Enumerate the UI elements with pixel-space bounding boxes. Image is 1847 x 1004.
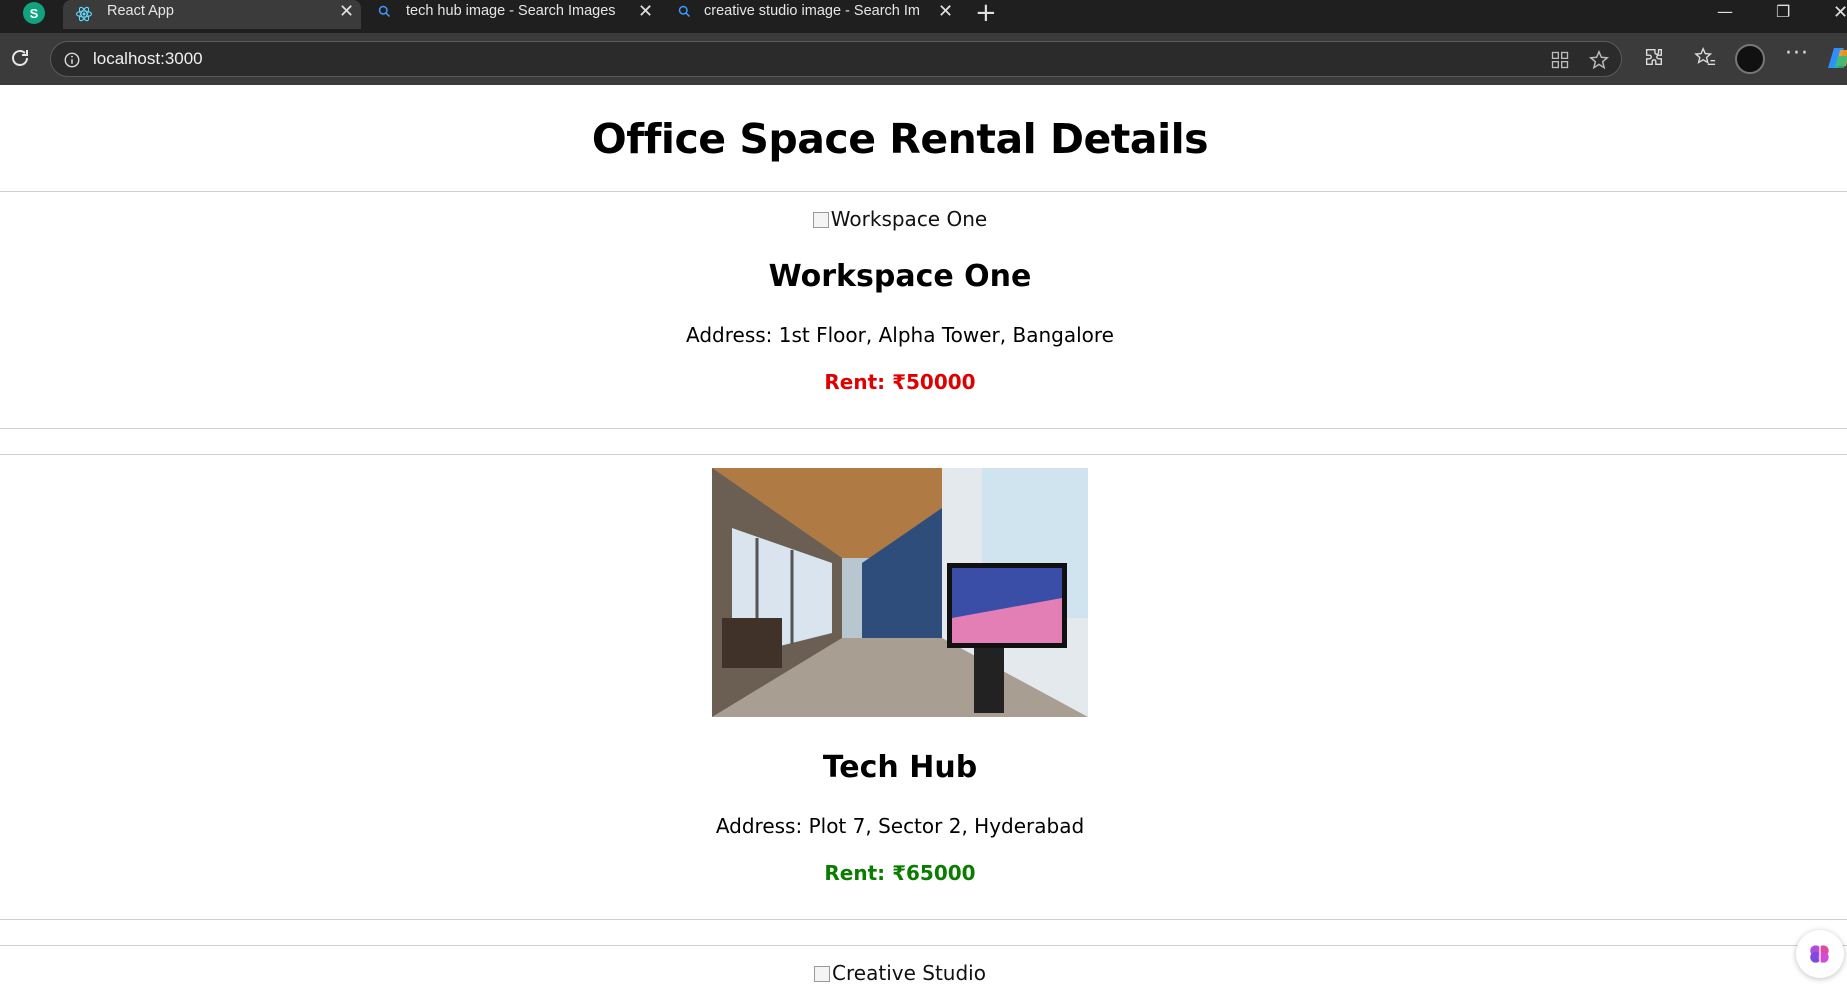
divider: [0, 454, 1847, 455]
browser-toolbar: localhost:3000 ···: [0, 33, 1847, 85]
broken-image: Creative Studio: [0, 961, 1800, 985]
restore-icon[interactable]: ❐: [1776, 2, 1790, 21]
tab-react-app[interactable]: React App ✕: [63, 0, 361, 29]
broken-image-icon: [812, 212, 829, 228]
office-rent: Rent: ₹50000: [824, 370, 976, 394]
tab-creative-studio-search[interactable]: creative studio image - Search Im ✕: [668, 0, 960, 25]
brain-icon: [1810, 945, 1829, 963]
page-content: Office Space Rental Details Workspace On…: [0, 85, 1847, 1004]
divider: [0, 919, 1847, 920]
divider: [0, 428, 1847, 429]
site-info-icon[interactable]: [63, 51, 81, 69]
avatar[interactable]: [1735, 44, 1765, 74]
reload-icon[interactable]: [8, 46, 32, 70]
close-window-icon[interactable]: ✕: [1833, 2, 1847, 23]
minimize-icon[interactable]: —: [1717, 2, 1733, 21]
new-tab-button[interactable]: +: [975, 0, 997, 28]
extensions-icon[interactable]: [1643, 46, 1665, 68]
app-available-icon[interactable]: [1550, 50, 1570, 70]
tab-title: React App: [107, 3, 174, 19]
address-bar[interactable]: localhost:3000: [50, 41, 1622, 77]
react-icon: [75, 6, 93, 22]
tab-title: tech hub image - Search Images: [406, 3, 616, 19]
close-icon[interactable]: ✕: [638, 1, 653, 22]
more-options-icon[interactable]: ···: [1785, 41, 1809, 66]
office-address: Address: Plot 7, Sector 2, Hyderabad: [715, 814, 1085, 838]
office-name: Workspace One: [768, 259, 1032, 294]
url-text[interactable]: localhost:3000: [93, 49, 203, 69]
tab-title: creative studio image - Search Im: [704, 3, 920, 19]
favorites-icon[interactable]: [1693, 46, 1717, 68]
office-rent: Rent: ₹65000: [824, 861, 976, 885]
search-icon: [378, 5, 391, 18]
divider: [0, 945, 1847, 946]
star-icon[interactable]: [1588, 49, 1610, 71]
close-icon[interactable]: ✕: [938, 1, 953, 22]
close-icon[interactable]: ✕: [339, 1, 354, 22]
search-icon: [678, 5, 691, 18]
image-alt-text: Creative Studio: [832, 961, 986, 985]
office-address: Address: 1st Floor, Alpha Tower, Bangalo…: [686, 323, 1114, 347]
broken-image-icon: [814, 966, 831, 982]
tab-strip: S React App ✕ tech hub image - Search Im…: [0, 0, 1847, 33]
broken-image: Workspace One: [0, 207, 1800, 231]
office-name: Tech Hub: [822, 750, 978, 785]
page-title: Office Space Rental Details: [591, 115, 1209, 163]
divider: [0, 191, 1847, 192]
tab-tech-hub-search[interactable]: tech hub image - Search Images ✕: [368, 0, 662, 25]
office-photo: [712, 468, 1088, 717]
profile-s-icon[interactable]: S: [23, 2, 45, 24]
image-alt-text: Workspace One: [830, 207, 988, 231]
assistant-brain-icon[interactable]: [1796, 930, 1844, 978]
copilot-icon[interactable]: [1828, 45, 1847, 71]
